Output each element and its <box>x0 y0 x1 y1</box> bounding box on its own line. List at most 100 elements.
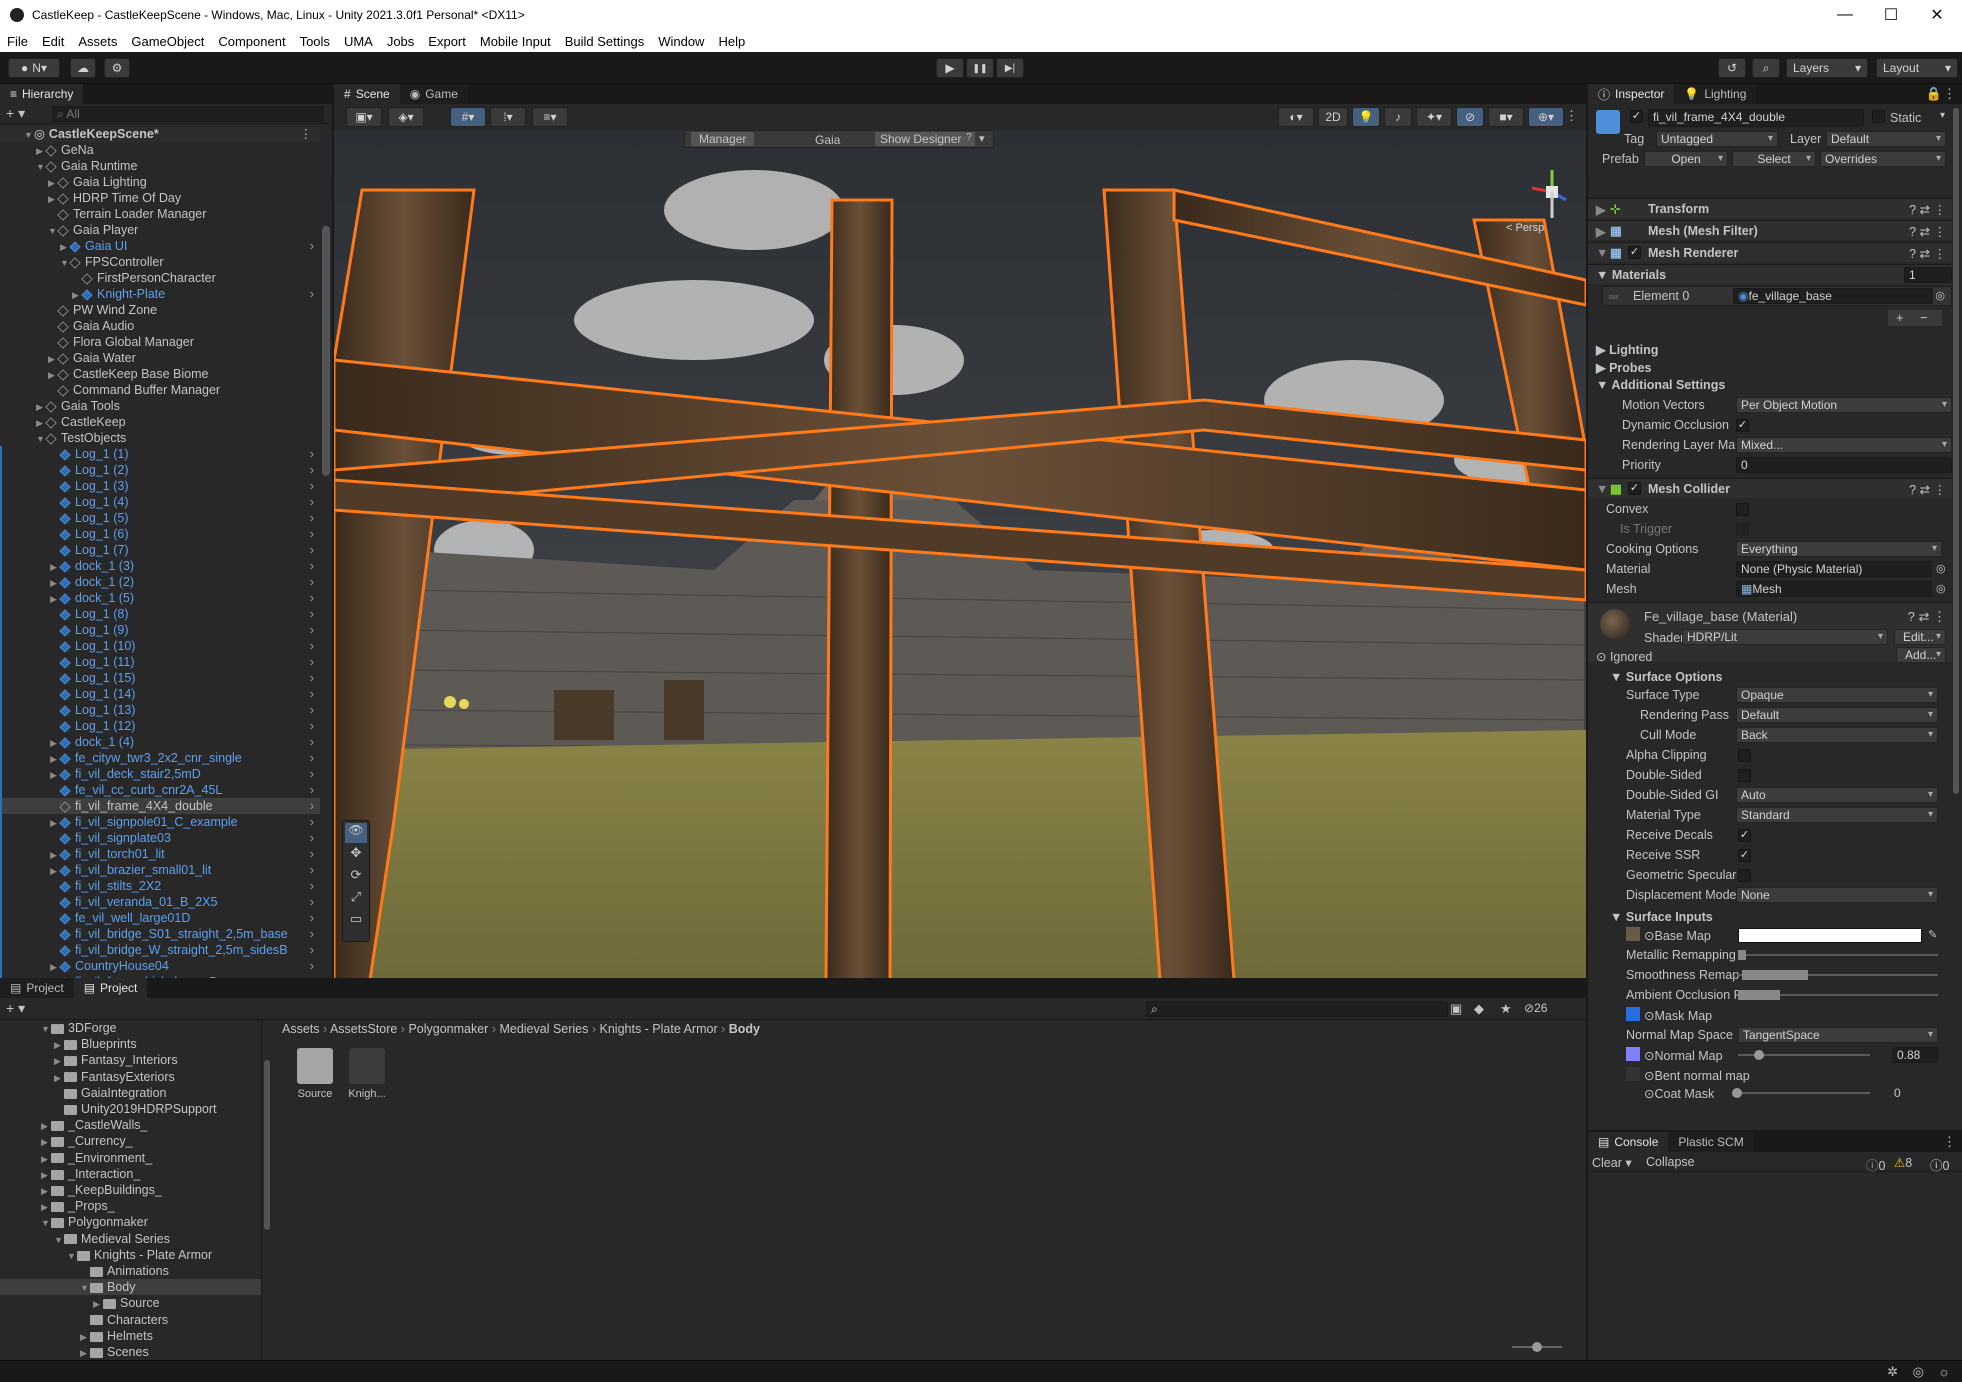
open-prefab-icon[interactable]: › <box>310 286 314 302</box>
draw-mode-icon[interactable]: ▣▾ <box>346 107 382 127</box>
hierarchy-row[interactable]: ▶ dock_1 (4) › <box>0 734 320 750</box>
open-prefab-icon[interactable]: › <box>310 670 314 686</box>
element0-material-field[interactable]: ◉fe_village_base <box>1733 288 1933 304</box>
tab-console[interactable]: ▤ Console <box>1588 1132 1669 1152</box>
hierarchy-scrollbar[interactable] <box>322 226 330 476</box>
expand-arrow-icon[interactable]: ▶ <box>41 1118 51 1134</box>
hierarchy-row[interactable]: ▶ fi_vil_torch01_lit › <box>0 846 320 862</box>
open-prefab-icon[interactable]: › <box>310 478 314 494</box>
warning-count[interactable]: ⚠8 <box>1894 1155 1912 1170</box>
hierarchy-row[interactable]: Flora Global Manager <box>0 334 320 350</box>
console-collapse-button[interactable]: Collapse <box>1646 1155 1695 1169</box>
additional-settings-foldout[interactable]: ▼ Additional Settings <box>1596 378 1725 392</box>
open-prefab-icon[interactable]: › <box>310 926 314 942</box>
hierarchy-row[interactable]: Log_1 (8) › <box>0 606 320 622</box>
open-prefab-icon[interactable]: › <box>310 766 314 782</box>
dynamic-occlusion-checkbox[interactable]: ✓ <box>1736 419 1749 432</box>
console-clear-button[interactable]: Clear ▾ <box>1592 1155 1632 1170</box>
surface-options-foldout[interactable]: ▼ Surface Options <box>1610 670 1722 684</box>
receive-decals-checkbox[interactable]: ✓ <box>1738 829 1751 842</box>
open-prefab-icon[interactable]: › <box>310 894 314 910</box>
render-mode-icon[interactable]: ◈▾ <box>388 107 424 127</box>
expand-arrow-icon[interactable]: ▼ <box>54 1232 64 1248</box>
project-folder-row[interactable]: ▶ _Props_ <box>0 1198 261 1214</box>
menu-tools[interactable]: Tools <box>293 34 337 49</box>
coat-mask-knob[interactable] <box>1732 1088 1742 1098</box>
open-prefab-icon[interactable]: › <box>310 718 314 734</box>
mesh-renderer-component[interactable]: ▼ ▦ ✓ Mesh Renderer? ⇄ ⋮ <box>1588 242 1952 262</box>
hierarchy-row[interactable]: Log_1 (4) › <box>0 494 320 510</box>
step-button[interactable]: ▶| <box>996 58 1024 78</box>
add-element-button[interactable]: + <box>1896 310 1904 325</box>
hierarchy-row[interactable]: ▶ dock_1 (5) › <box>0 590 320 606</box>
hierarchy-row[interactable]: Log_1 (5) › <box>0 510 320 526</box>
open-prefab-icon[interactable]: › <box>310 958 314 974</box>
normal-scale-input[interactable]: 0.88 <box>1892 1047 1938 1063</box>
priority-input[interactable]: 0 <box>1736 457 1952 473</box>
pause-button[interactable]: ❚❚ <box>966 58 994 78</box>
rendering-layer-dropdown[interactable]: Mixed... <box>1736 437 1952 453</box>
hierarchy-row[interactable]: ▼ TestObjects <box>0 430 320 446</box>
hierarchy-row[interactable]: Log_1 (9) › <box>0 622 320 638</box>
cloud-icon[interactable]: ☁ <box>70 58 96 78</box>
gaia-collapse-icon[interactable]: ▾ <box>979 132 985 145</box>
add-icon[interactable]: + ▾ <box>6 105 25 122</box>
static-dropdown-icon[interactable]: ▾ <box>1940 110 1945 121</box>
probes-foldout[interactable]: ▶ Probes <box>1596 360 1651 375</box>
expand-arrow-icon[interactable]: ▼ <box>67 1248 77 1264</box>
materials-count-input[interactable]: 1 <box>1904 267 1952 283</box>
menu-component[interactable]: Component <box>211 34 292 49</box>
mesh-filter-component[interactable]: ▶ ▦ Mesh (Mesh Filter)? ⇄ ⋮ <box>1588 220 1952 240</box>
project-folder-row[interactable]: ▶ _Interaction_ <box>0 1166 261 1182</box>
project-folder-row[interactable]: ▶ _Environment_ <box>0 1150 261 1166</box>
hierarchy-row[interactable]: ▶ CountryHouse04 › <box>0 958 320 974</box>
project-folder-row[interactable]: ▶ Fantasy_Interiors <box>0 1052 261 1068</box>
expand-arrow-icon[interactable]: ▼ <box>41 1215 51 1231</box>
tab-hierarchy[interactable]: ≡ Hierarchy <box>0 84 84 104</box>
expand-arrow-icon[interactable]: ▶ <box>80 1329 90 1345</box>
double-sided-gi-dropdown[interactable]: Auto <box>1736 787 1938 803</box>
audio-toggle-icon[interactable]: ♪ <box>1384 107 1412 127</box>
breadcrumb-item[interactable]: AssetsStore <box>330 1022 397 1036</box>
mask-map-thumb[interactable] <box>1626 1007 1640 1021</box>
lighting-toggle-icon[interactable]: 💡 <box>1352 107 1380 127</box>
ruler-icon[interactable]: ≡▾ <box>532 107 568 127</box>
menu-file[interactable]: File <box>0 34 35 49</box>
menu-build-settings[interactable]: Build Settings <box>558 34 652 49</box>
hierarchy-row[interactable]: fi_vil_signplate03 › <box>0 830 320 846</box>
menu-help[interactable]: Help <box>711 34 752 49</box>
maximize-button[interactable]: ☐ <box>1868 0 1914 30</box>
open-prefab-icon[interactable]: › <box>310 702 314 718</box>
hierarchy-row[interactable]: fi_vil_bridge_W_straight_2,5m_sidesB › <box>0 942 320 958</box>
gizmos-icon[interactable]: ⊕▾ <box>1528 107 1564 127</box>
open-prefab-icon[interactable]: › <box>310 686 314 702</box>
hierarchy-row[interactable]: ▶ Gaia UI › <box>0 238 320 254</box>
filter-type-icon[interactable]: ▣ <box>1450 1001 1462 1017</box>
error-count[interactable]: ⓘ0 <box>1866 1155 1885 1174</box>
shader-edit-button[interactable]: Edit... <box>1894 629 1946 645</box>
hierarchy-row[interactable]: ▶ GeNa <box>0 142 320 158</box>
expand-arrow-icon[interactable]: ▶ <box>41 1199 51 1215</box>
history-icon[interactable]: ↺ <box>1718 58 1746 78</box>
expand-arrow-icon[interactable]: ▼ <box>41 1021 51 1037</box>
open-prefab-icon[interactable]: › <box>310 846 314 862</box>
hierarchy-row[interactable]: fi_vil_stilts_2X2 › <box>0 878 320 894</box>
tab-project-1[interactable]: ▤ Project <box>0 978 74 998</box>
lock-icon[interactable]: 🔒 <box>1926 86 1942 102</box>
gaia-help-button[interactable]: ? <box>963 132 975 146</box>
inspector-scrollbar[interactable] <box>1953 104 1961 890</box>
hierarchy-row[interactable]: Log_1 (12) › <box>0 718 320 734</box>
hierarchy-row[interactable]: ▶ Knight-Plate › <box>0 286 320 302</box>
inspector-more-icon[interactable]: ⋮ <box>1943 86 1956 102</box>
open-prefab-icon[interactable]: › <box>310 542 314 558</box>
hierarchy-row[interactable]: ▼ Gaia Player <box>0 222 320 238</box>
static-checkbox[interactable] <box>1872 110 1885 123</box>
transform-component[interactable]: ▶ ⊹ Transform? ⇄ ⋮ <box>1588 198 1952 218</box>
menu-mobile-input[interactable]: Mobile Input <box>473 34 558 49</box>
debug-icon[interactable]: ✲ <box>1887 1364 1898 1380</box>
collider-material-field[interactable]: None (Physic Material) <box>1736 561 1932 577</box>
mesh-collider-component[interactable]: ▼ ▦ ✓ Mesh Collider? ⇄ ⋮ <box>1588 478 1952 498</box>
remove-element-button[interactable]: − <box>1920 310 1928 325</box>
hierarchy-row[interactable]: ▶ fe_cityw_twr3_2x2_cnr_single › <box>0 750 320 766</box>
project-folder-row[interactable]: ▶ Helmets <box>0 1328 261 1344</box>
